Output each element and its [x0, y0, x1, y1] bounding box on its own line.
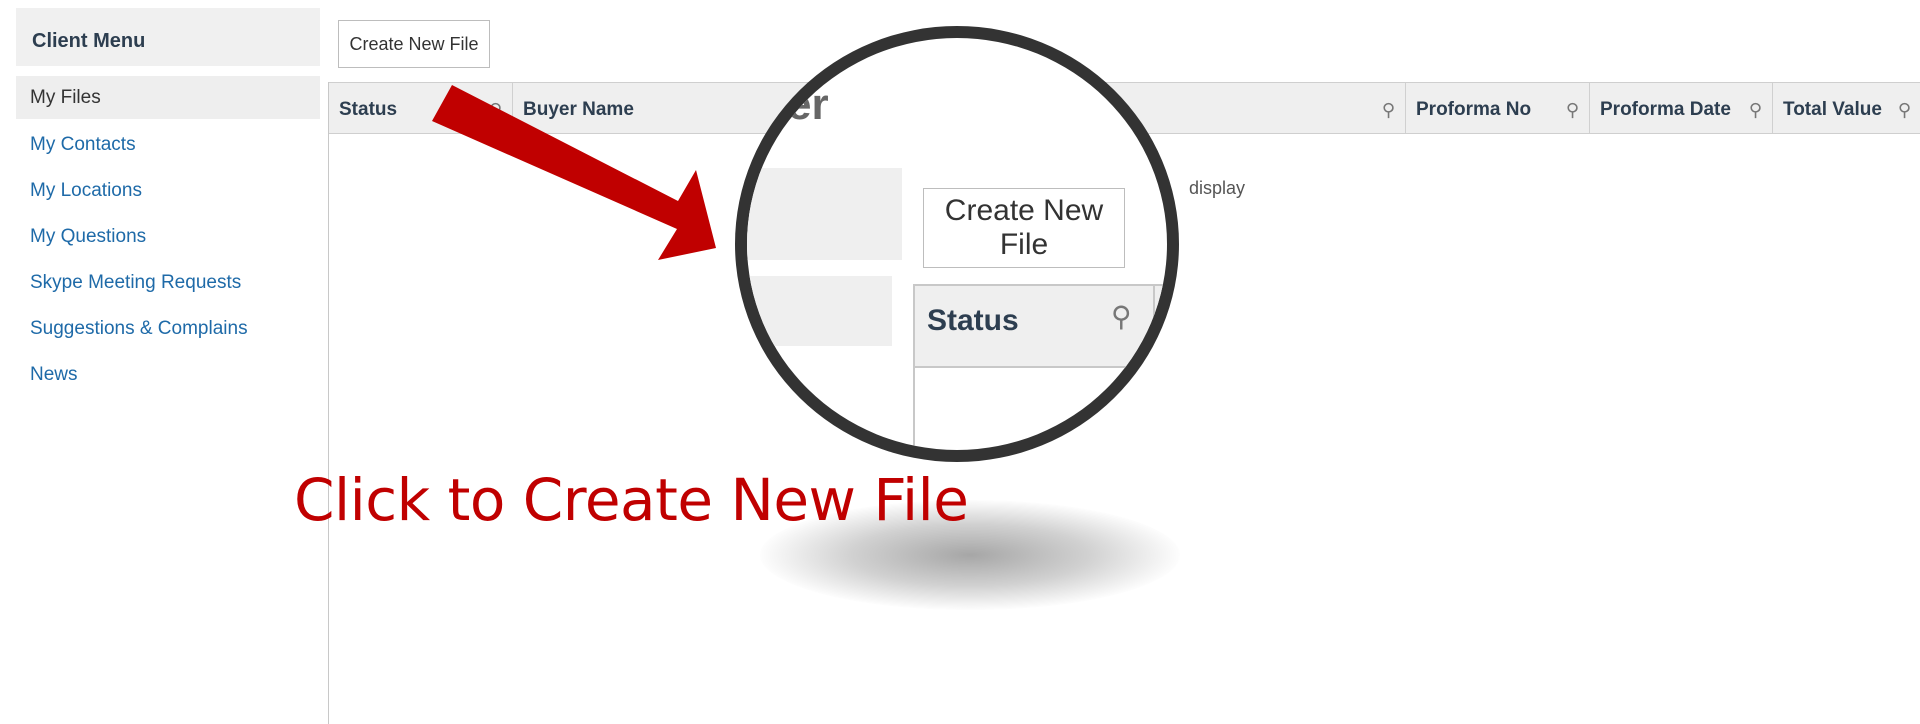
- column-header-proforma-no[interactable]: Proforma No ⚲: [1406, 83, 1590, 133]
- client-menu-title: Client Menu: [16, 8, 320, 66]
- magnified-grid: Status ⚲: [913, 284, 1167, 450]
- sidebar-item-news[interactable]: News: [16, 352, 320, 398]
- magnified-menu-item: [747, 276, 892, 346]
- magnified-menu-header: [747, 168, 902, 260]
- pin-icon[interactable]: ⚲: [489, 83, 502, 137]
- column-label-proforma-date: Proforma Date: [1600, 99, 1731, 120]
- magnified-grid-header: Status ⚲: [915, 286, 1167, 368]
- sidebar-item-my-locations[interactable]: My Locations: [16, 168, 320, 214]
- pin-icon[interactable]: ⚲: [1898, 83, 1911, 137]
- magnified-cut-text: er: [787, 80, 829, 129]
- column-label-proforma-no: Proforma No: [1416, 99, 1532, 120]
- magnified-status-label: Status: [927, 304, 1019, 337]
- column-label-status: Status: [339, 99, 398, 120]
- magnified-column-divider: [1153, 286, 1155, 366]
- pin-icon: ⚲: [1111, 301, 1132, 332]
- grid-empty-message: display: [1189, 178, 1246, 198]
- tutorial-caption: Click to Create New File: [294, 466, 969, 534]
- magnifier-lens: er Create New File Status ⚲: [735, 26, 1179, 462]
- pin-icon[interactable]: ⚲: [1382, 83, 1395, 137]
- column-header-proforma-date[interactable]: Proforma Date ⚲: [1590, 83, 1773, 133]
- column-header-total-value[interactable]: Total Value ⚲: [1773, 83, 1920, 133]
- client-menu-sidebar: Client Menu My Files My Contacts My Loca…: [16, 8, 320, 398]
- column-label-buyer-name: Buyer Name: [523, 99, 634, 120]
- pin-icon[interactable]: ⚲: [1566, 83, 1579, 137]
- sidebar-item-skype-meeting-requests[interactable]: Skype Meeting Requests: [16, 260, 320, 306]
- pin-icon[interactable]: ⚲: [1749, 83, 1762, 137]
- column-label-total-value: Total Value: [1783, 99, 1882, 120]
- column-header-status[interactable]: Status ⚲: [329, 83, 513, 133]
- sidebar-item-my-questions[interactable]: My Questions: [16, 214, 320, 260]
- create-new-file-button[interactable]: Create New File: [338, 20, 490, 68]
- magnified-create-new-file-button: Create New File: [923, 188, 1125, 268]
- sidebar-item-suggestions-complains[interactable]: Suggestions & Complains: [16, 306, 320, 352]
- sidebar-item-my-files[interactable]: My Files: [16, 76, 320, 119]
- sidebar-item-my-contacts[interactable]: My Contacts: [16, 122, 320, 168]
